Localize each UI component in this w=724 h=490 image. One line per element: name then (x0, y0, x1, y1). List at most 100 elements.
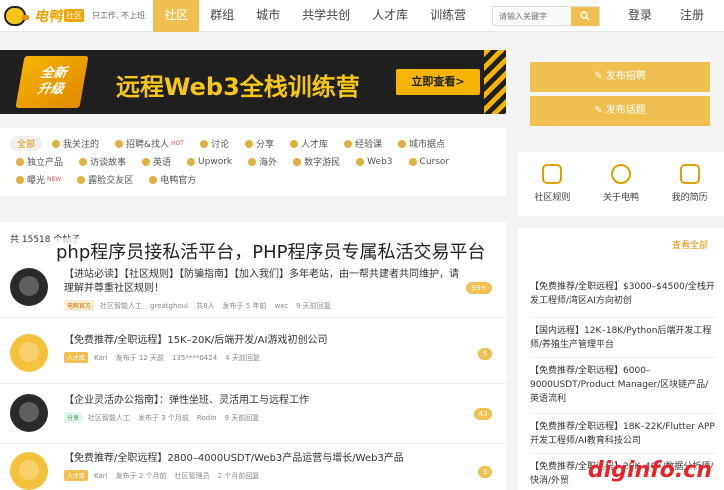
community-rules-link[interactable]: 社区规则 (534, 164, 570, 216)
search-box (492, 6, 600, 26)
post-meta: 电鸭官方 社区智能人工 greatghoul 共8人 发布于 5 年前 wxc … (64, 300, 339, 311)
category-icon (149, 175, 158, 184)
about-label: 关于电鸭 (602, 193, 639, 203)
category-tag[interactable]: 露脸交友区 (71, 172, 139, 187)
category-tag[interactable]: 独立产品 (10, 154, 69, 169)
job-item[interactable]: 【免费推荐/全职远程】18K–22K/Flutter APP 开发工程师/AI教… (530, 420, 716, 454)
info-icon (610, 164, 631, 184)
job-item[interactable]: 【免费推荐/全职远程】6000–9000USDT/Product Manager… (530, 364, 716, 414)
category-tag[interactable]: 讨论 (194, 136, 235, 151)
nav-cities[interactable]: 城市 (245, 0, 291, 32)
job-item[interactable]: 【免费推荐/全职远程】$3000–$4500/全栈开发工程师/湾区AI方向初创 (530, 280, 716, 318)
category-tag[interactable]: 电鸭官方 (143, 172, 202, 187)
post-topic-button[interactable]: ✎ 发布话题 (530, 96, 710, 126)
category-tag[interactable]: 我关注的 (46, 136, 105, 151)
post-tag[interactable]: 人才库 (64, 352, 89, 363)
category-icon (293, 157, 302, 166)
category-icon (187, 157, 196, 166)
category-tag-label: 访谈故事 (90, 158, 127, 168)
post-meta: 人才库 Kari 发布于 2 个月前 社区管理员 2 个月前回复 (64, 470, 267, 481)
post-last-replier[interactable]: 社区管理员 (175, 471, 210, 481)
post-last-replier[interactable]: 135****0424 (172, 354, 217, 362)
post-item[interactable]: 【免费推荐/全职远程】15K–20K/后端开发/AI游戏初创公司 人才库 Kar… (0, 326, 506, 384)
post-title[interactable]: 【免费推荐/全职远程】15K–20K/后端开发/AI游戏初创公司 (64, 334, 464, 348)
avatar[interactable] (10, 394, 48, 432)
category-tag[interactable]: 全部 (10, 136, 43, 151)
category-icon (248, 157, 257, 166)
login-link[interactable]: 登录 (628, 0, 652, 32)
category-tag-label: Cursor (419, 156, 450, 167)
main-nav: 社区 群组 城市 共学共创 人才库 训练营 (153, 0, 477, 32)
category-tag[interactable]: 数字游民 (287, 154, 346, 169)
nav-bootcamp[interactable]: 训练营 (419, 0, 477, 32)
post-title[interactable]: 【免费推荐/全职远程】2800–4000USDT/Web3产品运营与增长/Web… (64, 452, 464, 466)
category-tag[interactable]: 曝光 NEW (10, 172, 67, 187)
post-title[interactable]: 【进站必读】【社区规则】【防骗指南】【加入我们】多年老站，由一帮共建者共同维护，… (64, 268, 464, 296)
post-title[interactable]: 【企业灵活办公指南】：弹性坐班、灵活用工与远程工作 (64, 394, 464, 408)
post-last-replier[interactable]: Rodin (197, 414, 217, 422)
category-tag-label: 英语 (153, 158, 172, 168)
site-logo[interactable]: 电鸭 社区 (4, 0, 84, 32)
banner-tag-line2: 升级 (36, 82, 65, 97)
post-last-replier[interactable]: wxc (274, 302, 288, 310)
post-item[interactable]: 【企业灵活办公指南】：弹性坐班、灵活用工与远程工作 分享 社区智能人工 发布于 … (0, 386, 506, 444)
category-tag[interactable]: 访谈故事 (73, 154, 132, 169)
category-tag[interactable]: 城市据点 (392, 136, 451, 151)
post-item[interactable]: 【免费推荐/全职远程】2800–4000USDT/Web3产品运营与增长/Web… (0, 444, 506, 490)
search-input[interactable] (493, 7, 571, 25)
post-tag[interactable]: 人才库 (64, 470, 89, 481)
category-tag[interactable]: 招聘&找人 HOT (109, 136, 190, 151)
category-icon (344, 139, 353, 148)
category-tag[interactable]: 分享 (239, 136, 280, 151)
avatar[interactable] (10, 334, 48, 372)
nav-community[interactable]: 社区 (153, 0, 200, 32)
banner-view-button[interactable]: 立即查看> (396, 69, 480, 95)
post-item[interactable]: 【进站必读】【社区规则】【防骗指南】【加入我们】多年老站，由一帮共建者共同维护，… (0, 260, 506, 318)
nav-groups[interactable]: 群组 (199, 0, 245, 32)
category-tag-label: 曝光 (27, 176, 46, 186)
category-tag[interactable]: Upwork (181, 154, 238, 169)
avatar[interactable] (10, 268, 48, 306)
top-header: 电鸭 社区 只工作, 不上班 社区 群组 城市 共学共创 人才库 训练营 登录 … (0, 0, 724, 32)
bootcamp-banner[interactable]: 全新 升级 远程Web3全栈训练营 立即查看> (0, 50, 506, 114)
category-tag-label: 海外 (259, 158, 278, 168)
my-resume-link[interactable]: 我的简历 (672, 164, 708, 216)
post-time: 发布于 12 天前 (115, 353, 164, 362)
search-button[interactable] (571, 6, 599, 26)
post-tag[interactable]: 分享 (64, 412, 83, 423)
nav-talent[interactable]: 人才库 (361, 0, 419, 32)
avatar[interactable] (10, 452, 48, 490)
search-icon (580, 11, 590, 21)
category-tag[interactable]: 英语 (136, 154, 177, 169)
post-author[interactable]: Kari (94, 472, 108, 480)
post-author[interactable]: Kari (94, 354, 108, 362)
banner-title: 远程Web3全栈训练营 (116, 73, 360, 101)
about-link[interactable]: 关于电鸭 (603, 164, 639, 216)
category-icon (16, 157, 24, 166)
category-tag[interactable]: 经验课 (338, 136, 388, 151)
slogan: 只工作, 不上班 (92, 11, 146, 20)
category-tag[interactable]: Cursor (403, 154, 456, 169)
category-icon (290, 139, 298, 148)
post-author[interactable]: 社区智能人工 (88, 413, 130, 423)
category-tag-label: 分享 (255, 140, 274, 150)
edit-icon: ✎ (594, 105, 606, 116)
reply-count-badge: 3 (478, 466, 492, 478)
register-link[interactable]: 注册 (680, 0, 704, 32)
category-tag[interactable]: 人才库 (284, 136, 334, 151)
category-tag[interactable]: 海外 (242, 154, 283, 169)
post-author[interactable]: 社区智能人工 (100, 301, 142, 311)
view-all-jobs-link[interactable]: 查看全部 (672, 238, 708, 251)
job-item[interactable]: 【国内远程】12K–18K/Python后端开发工程师/养殖生产管理平台 (530, 324, 716, 358)
nav-colearn[interactable]: 共学共创 (291, 0, 361, 32)
settings-icon (542, 164, 563, 184)
post-author-2[interactable]: greatghoul (150, 302, 188, 310)
category-icon (244, 139, 253, 148)
reply-count-badge: 5 (478, 348, 492, 360)
post-job-button[interactable]: ✎ 发布招聘 (530, 62, 710, 92)
category-tag[interactable]: Web3 (350, 154, 398, 169)
post-reply-time: 4 天前回复 (225, 353, 260, 362)
category-tag-label: 露脸交友区 (88, 176, 134, 186)
post-tag[interactable]: 电鸭官方 (64, 300, 95, 311)
category-badge: HOT (171, 140, 184, 147)
